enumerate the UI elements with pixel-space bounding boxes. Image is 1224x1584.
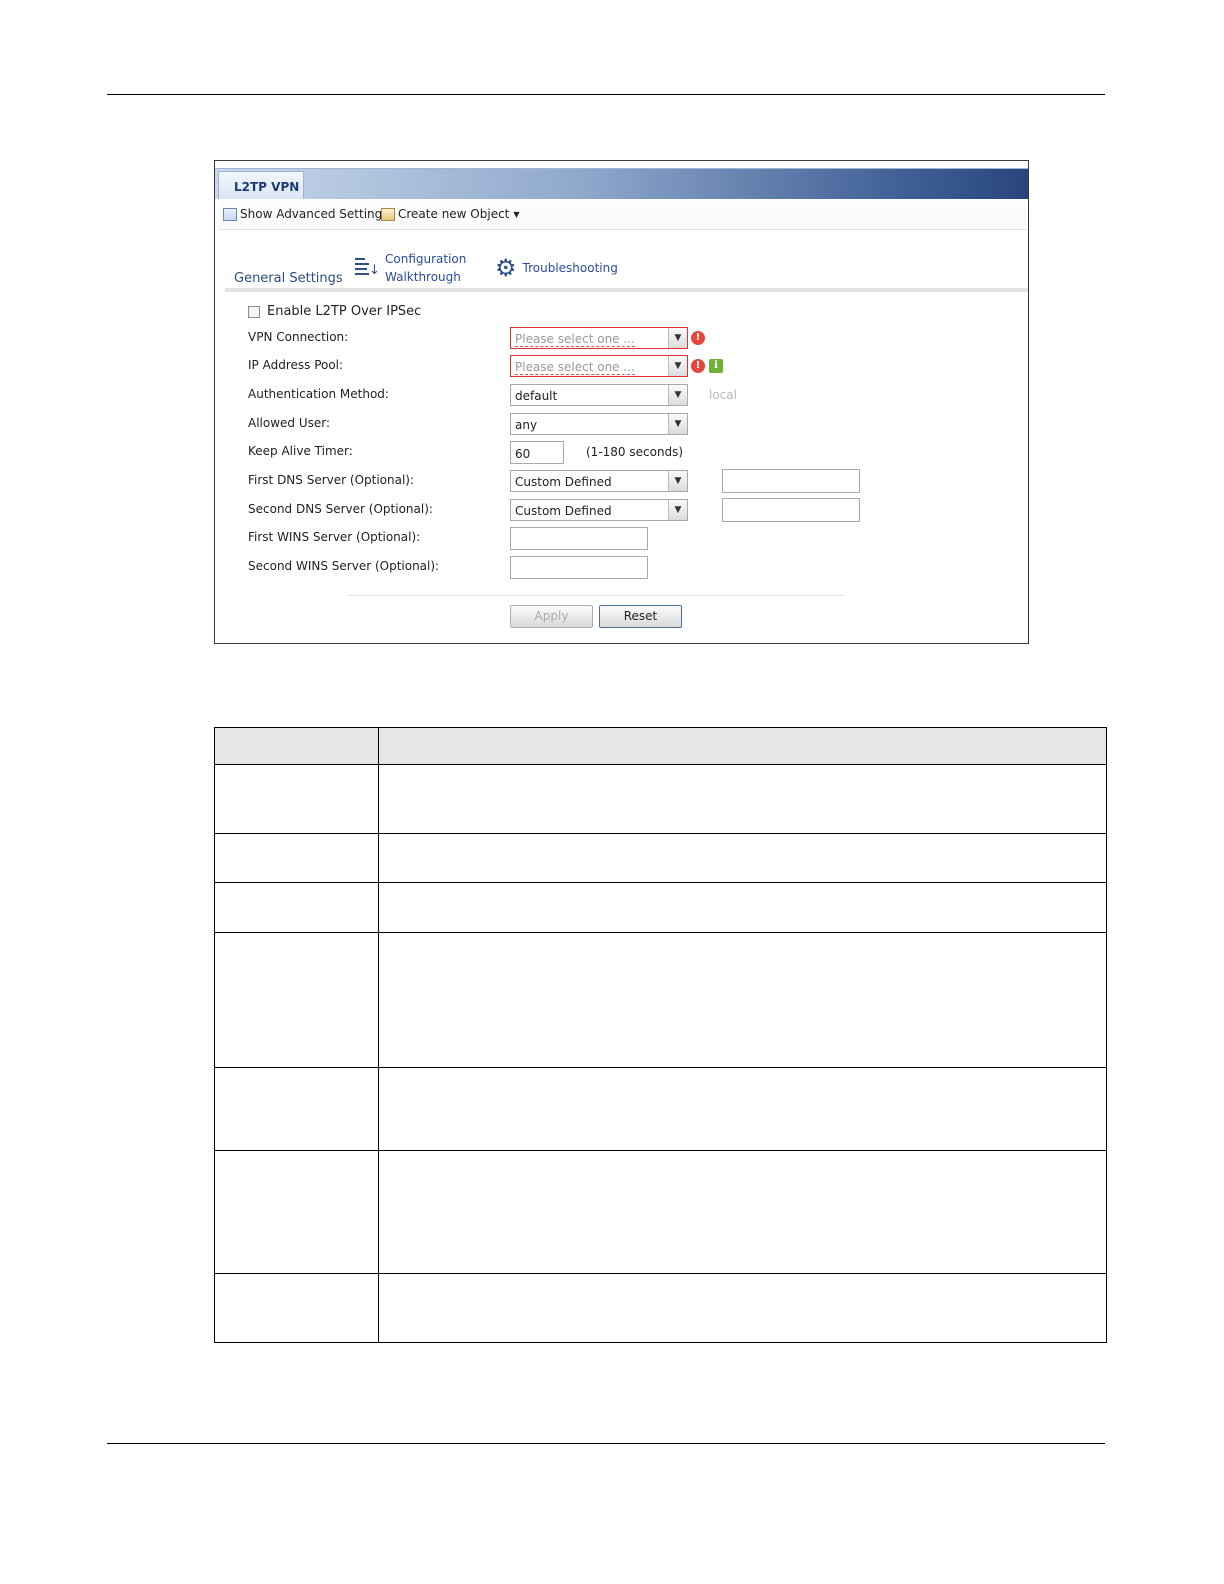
header-rule [107,94,1105,95]
table-cell [378,1067,1107,1151]
description-table [214,727,1107,1343]
table-row [214,932,1107,1068]
table-header-cell [378,727,1107,765]
table-row [214,764,1107,834]
configuration-walkthrough-link[interactable]: ↓ Configuration Walkthrough [353,250,466,286]
ip-address-pool-label: IP Address Pool: [248,358,344,372]
keep-alive-timer-input[interactable]: 60 [510,441,564,464]
keep-alive-timer-label: Keep Alive Timer: [248,444,353,458]
keep-alive-timer-hint: (1-180 seconds) [586,445,684,459]
authentication-method-label: Authentication Method: [248,387,389,401]
table-cell [214,1150,379,1274]
section-divider [225,288,1028,292]
allowed-user-select[interactable]: any ▼ [510,413,688,435]
troubleshooting-link[interactable]: ⚙ Troubleshooting [495,256,618,280]
chevron-down-icon: ▼ [668,414,687,434]
second-dns-address-input[interactable] [722,498,860,522]
walkthrough-label-1: Configuration [385,252,467,266]
table-header-cell [214,727,379,765]
table-cell [378,1150,1107,1274]
info-icon[interactable]: i [709,359,723,373]
allowed-user-value: any [515,418,538,432]
new-object-icon [381,207,395,221]
button-divider [347,595,844,596]
table-cell [214,932,379,1068]
section-title: General Settings [234,271,343,286]
table-cell [378,932,1107,1068]
first-dns-label: First DNS Server (Optional): [248,473,415,487]
table-cell [214,1067,379,1151]
authentication-method-select[interactable]: default ▼ [510,384,688,406]
error-icon: ! [691,359,705,373]
vpn-connection-value: Please select one ... [515,332,635,347]
table-cell [378,833,1107,883]
chevron-down-icon: ▼ [513,209,520,219]
table-row [214,833,1107,883]
second-dns-select[interactable]: Custom Defined ▼ [510,499,688,521]
second-dns-value: Custom Defined [515,504,612,518]
table-row [214,1273,1107,1343]
table-row [214,882,1107,933]
table-header-row [214,727,1107,765]
troubleshooting-label: Troubleshooting [522,261,618,275]
table-cell [214,1273,379,1343]
error-icon: ! [691,331,705,345]
walkthrough-label-2: Walkthrough [385,270,461,284]
first-wins-input[interactable] [510,527,648,550]
chevron-down-icon: ▼ [668,385,687,405]
tab-l2tp-vpn[interactable]: L2TP VPN [218,171,304,199]
apply-button[interactable]: Apply [510,605,593,628]
gear-icon: ⚙ [495,254,517,282]
create-new-object-menu[interactable]: Create new Object ▼ [381,207,520,221]
vpn-connection-select[interactable]: Please select one ... ▼ [510,327,688,349]
table-cell [214,882,379,933]
walkthrough-icon: ↓ [353,255,380,281]
show-advanced-settings-label: Show Advanced Settings [240,207,389,221]
footer-rule [107,1443,1105,1444]
allowed-user-label: Allowed User: [248,416,331,430]
keep-alive-timer-value: 60 [515,447,531,461]
chevron-down-icon: ▼ [668,328,687,348]
chevron-down-icon: ▼ [668,471,687,491]
table-cell [378,882,1107,933]
table-row [214,1067,1107,1151]
create-new-object-label: Create new Object [398,207,510,221]
table-cell [214,833,379,883]
table-cell [378,1273,1107,1343]
authentication-method-note: local [709,388,737,402]
enable-l2tp-row: Enable L2TP Over IPSec [248,304,421,319]
chevron-down-icon: ▼ [668,356,687,376]
table-cell [378,764,1107,834]
ip-address-pool-select[interactable]: Please select one ... ▼ [510,355,688,377]
chevron-down-icon: ▼ [668,500,687,520]
table-cell [214,764,379,834]
show-advanced-settings-link[interactable]: Show Advanced Settings [223,207,389,221]
reset-button[interactable]: Reset [599,605,682,628]
ip-address-pool-value: Please select one ... [515,360,635,375]
first-wins-label: First WINS Server (Optional): [248,530,421,544]
second-wins-input[interactable] [510,556,648,579]
vpn-connection-label: VPN Connection: [248,330,349,344]
table-row [214,1150,1107,1274]
first-dns-select[interactable]: Custom Defined ▼ [510,470,688,492]
l2tp-vpn-screen: L2TP VPN Show Advanced Settings Create n… [214,160,1029,644]
enable-l2tp-label: Enable L2TP Over IPSec [267,304,422,319]
second-wins-label: Second WINS Server (Optional): [248,559,440,573]
second-dns-label: Second DNS Server (Optional): [248,502,433,516]
first-dns-value: Custom Defined [515,475,612,489]
authentication-method-value: default [515,389,558,403]
tab-bar: L2TP VPN [215,168,1028,199]
toolbar: Show Advanced Settings Create new Object… [219,201,1027,230]
first-dns-address-input[interactable] [722,469,860,493]
table-settings-icon [223,207,237,221]
enable-l2tp-checkbox[interactable] [248,305,260,318]
